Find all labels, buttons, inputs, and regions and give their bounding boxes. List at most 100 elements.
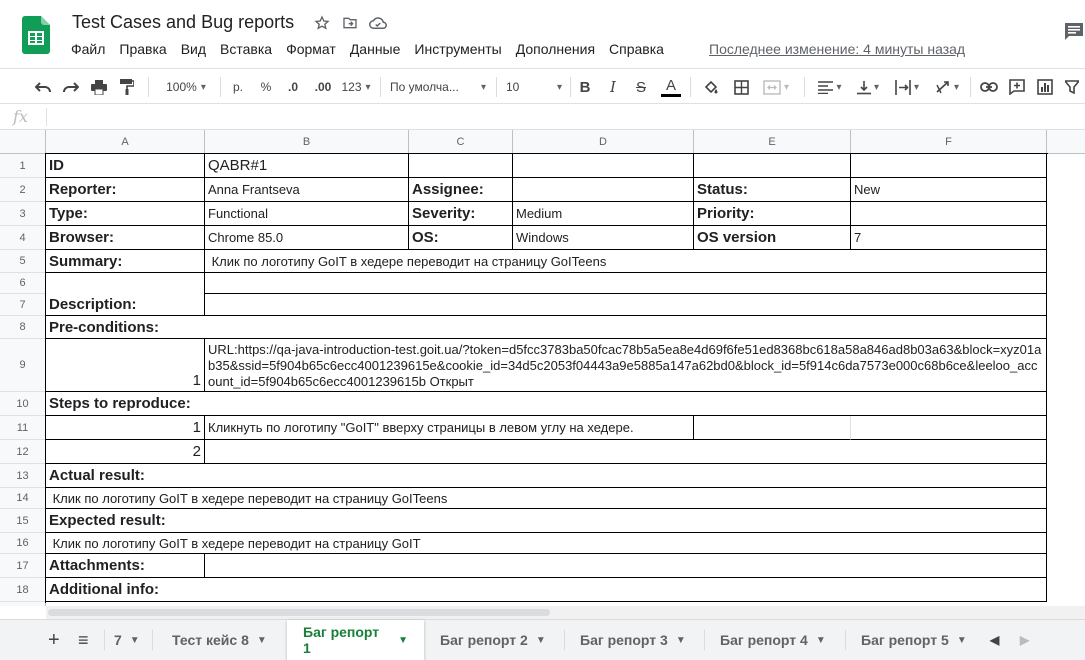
cell-b7-merged[interactable] [205,294,1047,316]
menu-data[interactable]: Данные [350,41,401,57]
row-header-17[interactable]: 17 [0,554,46,578]
cell-f2[interactable]: New [851,178,1047,202]
increase-decimal-button[interactable]: .00 [310,75,336,99]
cell-a11[interactable]: 1 [46,416,205,440]
cell-a6-a7-merged[interactable]: Description: [46,273,205,316]
cell-e2[interactable]: Status: [694,178,851,202]
cell-a13-merged[interactable]: Actual result: [46,464,1047,488]
cell-f4[interactable]: 7 [851,226,1047,250]
cell-a10-merged[interactable]: Steps to reproduce: [46,392,1047,416]
cell-d1[interactable] [513,154,694,178]
insert-comment-icon[interactable] [1006,75,1028,99]
sheet-tab[interactable]: Баг репорт 3 ▼ [580,620,686,660]
row-header-11[interactable]: 11 [0,416,46,440]
cell-a15-merged[interactable]: Expected result: [46,509,1047,533]
scroll-tabs-right-icon[interactable]: ▶ [1020,620,1029,660]
row-header-19[interactable] [0,602,46,606]
print-icon[interactable] [88,75,110,99]
bold-button[interactable]: B [576,75,594,99]
row-header-8[interactable]: 8 [0,316,46,339]
menu-file[interactable]: Файл [71,41,105,57]
cell-b11-merged[interactable]: Кликнуть по логотипу "GoIT" вверху стран… [205,416,694,440]
cell-c2[interactable]: Assignee: [409,178,513,202]
cell-c3[interactable]: Severity: [409,202,513,226]
vertical-align-icon[interactable]: ▾ [852,75,884,99]
column-header-f[interactable]: F [851,130,1047,154]
more-formats-select[interactable]: 123 [340,75,372,99]
column-header-a[interactable]: A [46,130,205,154]
column-header-e[interactable]: E [694,130,851,154]
scrollbar-thumb[interactable] [48,609,550,616]
cell-a5[interactable]: Summary: [46,250,205,273]
menu-help[interactable]: Справка [609,41,664,57]
menu-addons[interactable]: Дополнения [516,41,595,57]
merge-cells-icon[interactable]: ▾ [758,75,794,99]
cell-c1[interactable] [409,154,513,178]
sheet-tab[interactable]: Баг репорт 2 ▼ [440,620,546,660]
select-all-corner[interactable] [0,130,46,154]
star-icon[interactable] [313,14,331,32]
font-family-select[interactable]: По умолча... [390,75,486,99]
sheet-tab[interactable]: 7 ▼ [114,620,140,660]
row-header-18[interactable]: 18 [0,578,46,602]
sheet-tab-active[interactable]: Баг репорт 1 ▼ [287,620,424,660]
insert-link-icon[interactable] [978,75,1000,99]
cell-f11[interactable] [851,416,1047,440]
fill-color-icon[interactable] [700,75,722,99]
cell-a1[interactable]: ID [46,154,205,178]
menu-format[interactable]: Формат [286,41,336,57]
column-header-c[interactable]: C [409,130,513,154]
text-rotation-icon[interactable]: ▾ [930,75,964,99]
cell-b1[interactable]: QABR#1 [205,154,409,178]
undo-icon[interactable] [32,75,54,99]
percent-format-button[interactable]: % [256,75,276,99]
sheets-logo-icon[interactable] [22,16,50,54]
row-header-3[interactable]: 3 [0,202,46,226]
cell-d4[interactable]: Windows [513,226,694,250]
cloud-status-icon[interactable] [369,14,387,32]
strikethrough-button[interactable]: S [632,75,650,99]
decrease-decimal-button[interactable]: .0 [282,75,304,99]
borders-icon[interactable] [730,75,752,99]
row-header-13[interactable]: 13 [0,464,46,488]
filter-icon[interactable] [1062,75,1082,99]
row-header-15[interactable]: 15 [0,509,46,533]
cell-b3[interactable]: Functional [205,202,409,226]
menu-insert[interactable]: Вставка [220,41,272,57]
row-header-16[interactable]: 16 [0,533,46,554]
paint-format-icon[interactable] [116,75,138,99]
menu-view[interactable]: Вид [181,41,206,57]
zoom-select[interactable]: 100% [160,75,212,99]
cell-e3[interactable]: Priority: [694,202,851,226]
cell-a17[interactable]: Attachments: [46,554,205,578]
cell-d3[interactable]: Medium [513,202,694,226]
cell-a12[interactable]: 2 [46,440,205,464]
cell-a8-merged[interactable]: Pre-conditions: [46,316,1047,339]
row-header-1[interactable]: 1 [0,154,46,178]
scroll-tabs-left-icon[interactable]: ◀ [990,620,999,660]
cell-e11[interactable] [694,416,851,440]
cell-b9-merged[interactable]: URL:https://qa-java-introduction-test.go… [205,339,1047,392]
cell-b2[interactable]: Anna Frantseva [205,178,409,202]
cell-c4[interactable]: OS: [409,226,513,250]
currency-format-button[interactable]: р. [228,75,248,99]
move-folder-icon[interactable] [341,14,359,32]
cell-d2[interactable] [513,178,694,202]
cell-a16-merged[interactable]: Клик по логотипу GoIT в хедере переводит… [46,533,1047,554]
cell-a4[interactable]: Browser: [46,226,205,250]
cell-b5-merged[interactable]: Клик по логотипу GoIT в хедере переводит… [205,250,1047,273]
document-title[interactable]: Test Cases and Bug reports [72,12,294,33]
row-header-12[interactable]: 12 [0,440,46,464]
horizontal-align-icon[interactable]: ▾ [814,75,846,99]
row-header-14[interactable]: 14 [0,488,46,509]
sheet-tab[interactable]: Тест кейс 8 ▼ [172,620,267,660]
column-header-b[interactable]: B [205,130,409,154]
row-header-9[interactable]: 9 [0,339,46,392]
row-header-2[interactable]: 2 [0,178,46,202]
cell-a3[interactable]: Type: [46,202,205,226]
cell-e4[interactable]: OS version [694,226,851,250]
menu-edit[interactable]: Правка [119,41,166,57]
cell-f3[interactable] [851,202,1047,226]
insert-chart-icon[interactable] [1034,75,1056,99]
cell-a2[interactable]: Reporter: [46,178,205,202]
